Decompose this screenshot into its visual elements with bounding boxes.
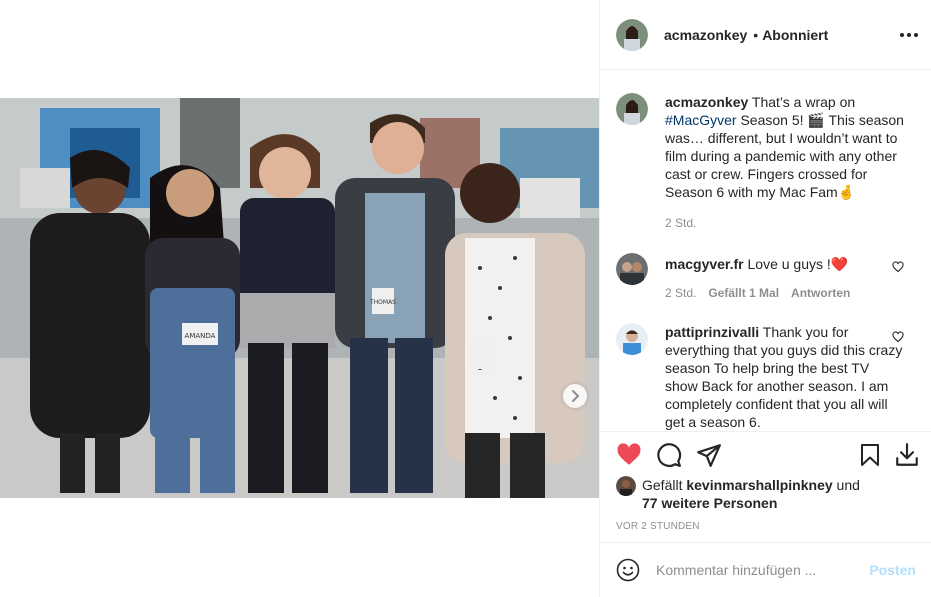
likes-summary: Gefällt kevinmarshallpinkney und 77 weit… bbox=[616, 476, 916, 512]
likes-conjunction: und bbox=[836, 477, 860, 493]
post-comment-button[interactable]: Posten bbox=[869, 562, 916, 578]
comment-username[interactable]: macgyver.fr bbox=[665, 256, 744, 272]
caption-avatar[interactable] bbox=[616, 93, 648, 125]
likes-others-link[interactable]: 77 weitere Personen bbox=[642, 495, 777, 511]
action-row bbox=[616, 442, 918, 470]
caption-body: acmazonkey That’s a wrap on #MacGyver Se… bbox=[665, 93, 905, 201]
comments-list[interactable]: acmazonkey That’s a wrap on #MacGyver Se… bbox=[600, 71, 931, 431]
like-heart-icon[interactable] bbox=[616, 442, 642, 468]
share-icon[interactable] bbox=[696, 442, 722, 468]
emoji-icon[interactable] bbox=[616, 558, 640, 582]
comment-likes-count[interactable]: Gefällt 1 Mal bbox=[708, 286, 779, 300]
more-options-icon[interactable] bbox=[900, 27, 918, 43]
amanda-badge-text: AMANDA bbox=[185, 332, 216, 340]
comment-body: macgyver.fr Love u guys !❤️ bbox=[665, 255, 905, 273]
like-comment-heart-icon[interactable] bbox=[892, 261, 904, 273]
likes-prefix: Gefällt bbox=[642, 477, 683, 493]
add-comment-bar: Posten bbox=[600, 542, 931, 597]
chevron-right-icon bbox=[572, 390, 580, 402]
caption-text-before: That’s a wrap on bbox=[751, 94, 856, 110]
post-photo[interactable]: AMANDA THOMAS bbox=[0, 98, 599, 498]
comment-icon[interactable] bbox=[656, 442, 682, 468]
bookmark-icon[interactable] bbox=[858, 442, 882, 468]
post-side-panel: acmazonkey • Abonniert acmazonkey That’s… bbox=[599, 0, 931, 597]
comment-body: pattiprinzivalli Thank you for everythin… bbox=[665, 323, 905, 431]
download-icon[interactable] bbox=[894, 442, 920, 468]
caption-time[interactable]: 2 Std. bbox=[665, 216, 696, 230]
comment-text: Love u guys !❤️ bbox=[747, 256, 849, 272]
comment-input[interactable] bbox=[656, 562, 856, 578]
comment-time[interactable]: 2 Std. bbox=[665, 286, 696, 300]
caption-username[interactable]: acmazonkey bbox=[665, 94, 748, 110]
liker-username[interactable]: kevinmarshallpinkney bbox=[686, 477, 832, 493]
like-comment-heart-icon[interactable] bbox=[892, 331, 904, 343]
caption-hashtag[interactable]: #MacGyver bbox=[665, 112, 737, 128]
comment-avatar[interactable] bbox=[616, 253, 648, 285]
liker-avatar[interactable] bbox=[616, 476, 636, 496]
header-separator: • bbox=[753, 26, 759, 43]
comment-meta: 2 Std. Gefällt 1 Mal Antworten bbox=[665, 286, 850, 300]
comment-avatar[interactable] bbox=[616, 323, 648, 355]
follow-status-button[interactable]: Abonniert bbox=[762, 27, 828, 43]
thomas-badge-text: THOMAS bbox=[369, 299, 396, 306]
post-actions: Gefällt kevinmarshallpinkney und 77 weit… bbox=[600, 431, 931, 541]
post-timestamp[interactable]: VOR 2 STUNDEN bbox=[616, 521, 700, 532]
next-image-button[interactable] bbox=[563, 384, 587, 408]
media-pane: AMANDA THOMAS bbox=[0, 0, 599, 597]
likes-text: Gefällt kevinmarshallpinkney und 77 weit… bbox=[642, 476, 860, 512]
author-avatar[interactable] bbox=[616, 18, 648, 51]
caption-meta: 2 Std. bbox=[665, 216, 696, 230]
comment-username[interactable]: pattiprinzivalli bbox=[665, 324, 759, 340]
cast-photo-illustration: AMANDA THOMAS bbox=[0, 98, 599, 498]
reply-button[interactable]: Antworten bbox=[791, 286, 850, 300]
post-header: acmazonkey • Abonniert bbox=[600, 0, 931, 70]
author-username[interactable]: acmazonkey bbox=[664, 27, 747, 43]
